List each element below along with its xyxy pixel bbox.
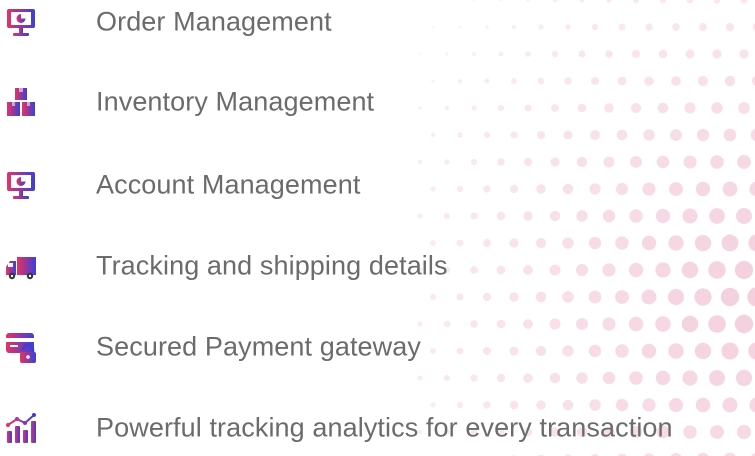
analytics-icon bbox=[4, 411, 38, 445]
feature-label: Account Management bbox=[96, 169, 361, 200]
card-lock-icon bbox=[4, 330, 38, 364]
feature-label: Secured Payment gateway bbox=[96, 331, 421, 362]
feature-item-secured-payment: Secured Payment gateway bbox=[0, 325, 755, 369]
boxes-icon bbox=[4, 85, 38, 119]
truck-icon bbox=[4, 249, 38, 283]
feature-item-tracking-shipping: Tracking and shipping details bbox=[0, 244, 755, 288]
feature-label: Powerful tracking analytics for every tr… bbox=[96, 412, 673, 443]
feature-label: Order Management bbox=[96, 6, 332, 37]
feature-item-account-management: Account Management bbox=[0, 163, 755, 207]
feature-label: Inventory Management bbox=[96, 86, 375, 117]
monitor-chart-icon bbox=[4, 168, 38, 202]
feature-item-inventory-management: Inventory Management bbox=[0, 80, 755, 124]
feature-item-order-management: Order Management bbox=[0, 0, 755, 44]
monitor-chart-icon bbox=[4, 5, 38, 39]
feature-label: Tracking and shipping details bbox=[96, 250, 448, 281]
feature-list: Order Management Inventory Management Ac… bbox=[0, 0, 755, 456]
feature-item-analytics: Powerful tracking analytics for every tr… bbox=[0, 406, 755, 450]
